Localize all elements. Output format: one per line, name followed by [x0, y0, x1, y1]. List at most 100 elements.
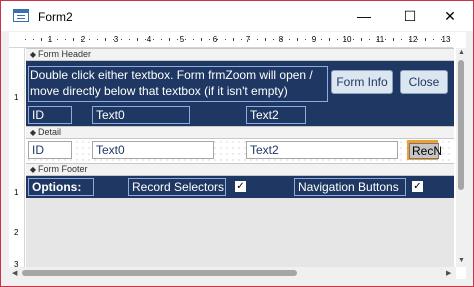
horizontal-scroll-thumb[interactable]: [22, 270, 297, 276]
ruler-tick: [137, 38, 138, 41]
ruler-tick: [297, 38, 298, 41]
title-bar[interactable]: Form2 — ☐ ✕: [1, 1, 473, 31]
vruler-num: 1: [14, 188, 19, 197]
ruler-tick: [25, 39, 26, 40]
ruler-tick: [153, 39, 154, 40]
ruler-tick: [33, 39, 34, 40]
ruler-tick: [433, 39, 434, 40]
ruler-tick: [201, 38, 202, 41]
form-info-button[interactable]: Form Info: [331, 70, 393, 94]
minimize-button[interactable]: —: [341, 1, 387, 31]
text0-textbox[interactable]: Text0: [92, 141, 214, 159]
ruler-tick: [97, 39, 98, 40]
section-arrow-icon: ◆: [29, 128, 37, 137]
header-label-text0[interactable]: Text0: [92, 106, 190, 124]
ruler-tick: [73, 38, 74, 41]
ruler-tick: [361, 38, 362, 41]
ruler-tick: [177, 39, 178, 40]
options-label[interactable]: Options:: [28, 178, 94, 196]
ruler-tick: [265, 38, 266, 41]
detail-label: Detail: [38, 127, 62, 137]
ruler-tick: [105, 38, 106, 41]
form-icon: [13, 9, 29, 22]
empty-form-area: [26, 198, 454, 267]
horizontal-ruler[interactable]: 12345678910111213: [25, 32, 453, 48]
hruler-num: 4: [146, 35, 152, 44]
section-arrow-icon: ◆: [29, 165, 37, 174]
ruler-tick: [329, 38, 330, 41]
ruler-tick: [337, 39, 338, 40]
vertical-scroll-thumb[interactable]: [458, 60, 464, 190]
ruler-tick: [145, 39, 146, 40]
header-label-frame[interactable]: [28, 66, 328, 102]
ruler-tick: [417, 39, 418, 40]
ruler-tick: [209, 39, 210, 40]
header-label-id[interactable]: ID: [28, 106, 72, 124]
ruler-tick: [217, 39, 218, 40]
design-view: 12345678910111213 1 1 2 3 ◆Form Header D…: [9, 32, 466, 279]
close-window-button[interactable]: ✕: [427, 1, 473, 31]
record-nav-control[interactable]: RecN: [409, 143, 442, 159]
ruler-tick: [353, 39, 354, 40]
ruler-tick: [393, 38, 394, 41]
ruler-tick: [185, 39, 186, 40]
ruler-tick: [249, 39, 250, 40]
scroll-up-arrow[interactable]: ▲: [458, 49, 465, 56]
vruler-num: 1: [14, 93, 19, 102]
ruler-tick: [41, 38, 42, 41]
ruler-tick: [65, 39, 66, 40]
ruler-tick: [113, 39, 114, 40]
ruler-tick: [257, 39, 258, 40]
ruler-tick: [81, 39, 82, 40]
form-header-bar[interactable]: ◆ Form Header: [26, 48, 454, 61]
ruler-tick: [289, 39, 290, 40]
navigation-buttons-checkbox[interactable]: ✓: [412, 181, 423, 192]
ruler-tick: [377, 39, 378, 40]
vertical-ruler[interactable]: 1 1 2 3: [9, 48, 25, 269]
ruler-tick: [233, 38, 234, 41]
ruler-tick: [161, 39, 162, 40]
ruler-tick: [129, 39, 130, 40]
form2-window: Form2 — ☐ ✕ 12345678910111213 1 1 2 3 ◆F…: [0, 0, 474, 287]
ruler-tick: [321, 39, 322, 40]
ruler-tick: [281, 39, 282, 40]
ruler-tick: [401, 39, 402, 40]
ruler-corner[interactable]: [9, 32, 26, 48]
close-button[interactable]: Close: [400, 70, 448, 94]
ruler-tick: [305, 39, 306, 40]
navigation-buttons-label[interactable]: Navigation Buttons: [294, 178, 406, 196]
ruler-tick: [385, 39, 386, 40]
ruler-tick: [57, 39, 58, 40]
ruler-tick: [441, 39, 442, 40]
hruler-num: 3: [113, 35, 119, 44]
scroll-down-arrow[interactable]: ▼: [458, 257, 465, 264]
scroll-left-arrow[interactable]: ◀: [12, 269, 17, 277]
id-textbox[interactable]: ID: [28, 141, 72, 159]
ruler-tick: [241, 39, 242, 40]
ruler-tick: [89, 39, 90, 40]
detail-bar[interactable]: ◆ Detail: [26, 126, 454, 139]
ruler-tick: [345, 39, 346, 40]
hruler-num: 10: [342, 35, 352, 44]
form-footer-bar[interactable]: ◆ Form Footer: [26, 163, 454, 176]
ruler-tick: [425, 38, 426, 41]
horizontal-scrollbar[interactable]: ◀ ▶: [9, 267, 456, 279]
hruler-num: 5: [179, 35, 185, 44]
vertical-scrollbar[interactable]: ▲ ▼: [456, 48, 466, 267]
header-label-text2[interactable]: Text2: [246, 106, 306, 124]
text2-textbox[interactable]: Text2: [246, 141, 398, 159]
record-selectors-label[interactable]: Record Selectors: [128, 178, 226, 196]
record-selectors-checkbox[interactable]: ✓: [235, 181, 246, 192]
ruler-tick: [369, 39, 370, 40]
form-footer-label: Form Footer: [38, 164, 88, 174]
form-canvas: ◆ Form Header Double click either textbox…: [26, 48, 454, 267]
ruler-tick: [169, 38, 170, 41]
form-header-label: Form Header: [38, 49, 92, 59]
ruler-tick: [409, 39, 410, 40]
ruler-tick: [449, 39, 450, 40]
vruler-num: 2: [14, 228, 19, 237]
ruler-tick: [193, 39, 194, 40]
section-arrow-icon: ◆: [29, 50, 37, 59]
ruler-tick: [49, 39, 50, 40]
scroll-right-arrow[interactable]: ▶: [446, 269, 451, 277]
